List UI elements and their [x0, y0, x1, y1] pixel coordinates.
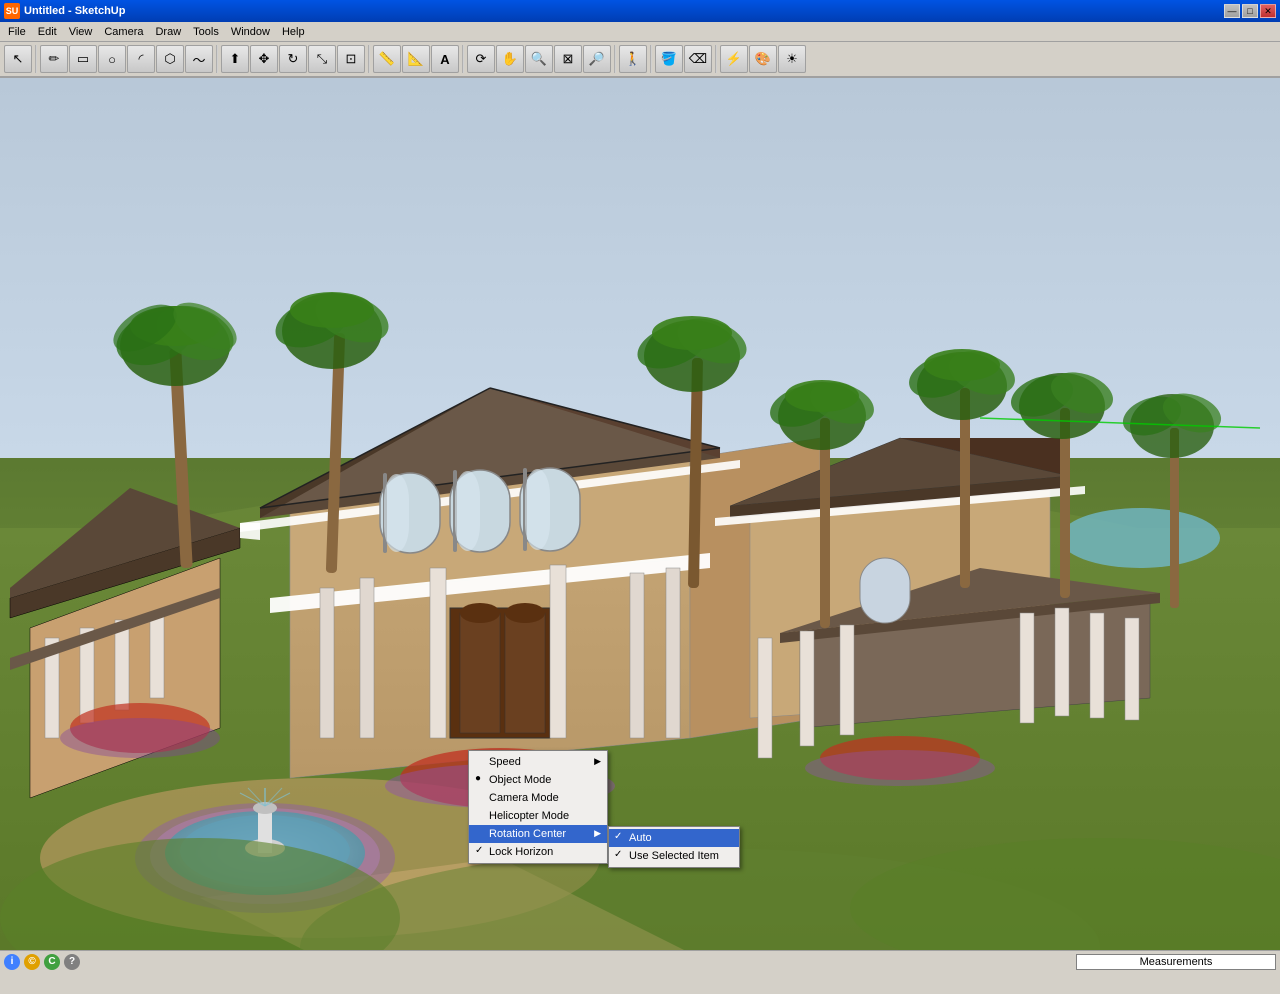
scale-tool[interactable]: ⤡ [308, 45, 336, 73]
context-menu[interactable]: Speed Object Mode Camera Mode Helicopter… [468, 750, 608, 864]
pan-tool[interactable]: ✋ [496, 45, 524, 73]
menu-view[interactable]: View [63, 24, 99, 40]
viewport[interactable]: Speed Object Mode Camera Mode Helicopter… [0, 78, 1280, 972]
measurements-box: Measurements [1076, 954, 1276, 970]
menu-file[interactable]: File [2, 24, 32, 40]
freehand-tool[interactable]: 〜 [185, 45, 213, 73]
arc-tool[interactable]: ◜ [127, 45, 155, 73]
titlebar: SU Untitled - SketchUp — □ ✕ [0, 0, 1280, 22]
orbit-tool[interactable]: ⟳ [467, 45, 495, 73]
tape-tool[interactable]: 📏 [373, 45, 401, 73]
credit-icon[interactable]: C [44, 954, 60, 970]
toolbar-separator-3 [368, 45, 370, 73]
paint-tool[interactable]: 🪣 [655, 45, 683, 73]
minimize-button[interactable]: — [1224, 4, 1240, 18]
walk-tool[interactable]: 🚶 [619, 45, 647, 73]
menu-edit[interactable]: Edit [32, 24, 63, 40]
app-icon: SU [4, 3, 20, 19]
materials-tool[interactable]: 🎨 [749, 45, 777, 73]
components-tool[interactable]: ⚡ [720, 45, 748, 73]
polygon-tool[interactable]: ⬡ [156, 45, 184, 73]
maximize-button[interactable]: □ [1242, 4, 1258, 18]
toolbar-separator-1 [35, 45, 37, 73]
context-object-mode[interactable]: Object Mode [469, 771, 607, 789]
context-camera-mode[interactable]: Camera Mode [469, 789, 607, 807]
toolbar-separator-6 [650, 45, 652, 73]
close-button[interactable]: ✕ [1260, 4, 1276, 18]
warning-icon[interactable]: © [24, 954, 40, 970]
rotation-center-submenu[interactable]: Auto Use Selected Item [608, 826, 740, 868]
window-title: Untitled - SketchUp [24, 5, 125, 17]
context-lock-horizon[interactable]: Lock Horizon [469, 843, 607, 861]
circle-tool[interactable]: ○ [98, 45, 126, 73]
rectangle-tool[interactable]: ▭ [69, 45, 97, 73]
zoom-tool[interactable]: 🔍 [525, 45, 553, 73]
help-icon[interactable]: ? [64, 954, 80, 970]
menu-camera[interactable]: Camera [98, 24, 149, 40]
rotate-tool[interactable]: ↻ [279, 45, 307, 73]
menu-tools[interactable]: Tools [187, 24, 225, 40]
select-tool[interactable]: ↖ [4, 45, 32, 73]
eraser-tool[interactable]: ⌫ [684, 45, 712, 73]
titlebar-left: SU Untitled - SketchUp [4, 3, 125, 19]
zoom-window-tool[interactable]: 🔎 [583, 45, 611, 73]
menu-draw[interactable]: Draw [149, 24, 187, 40]
titlebar-controls[interactable]: — □ ✕ [1224, 4, 1276, 18]
menu-help[interactable]: Help [276, 24, 311, 40]
push-pull-tool[interactable]: ⬆ [221, 45, 249, 73]
toolbar-separator-5 [614, 45, 616, 73]
measurements-label: Measurements [1140, 956, 1213, 968]
context-rotation-center[interactable]: Rotation Center [469, 825, 607, 843]
menubar: File Edit View Camera Draw Tools Window … [0, 22, 1280, 42]
text-tool[interactable]: A [431, 45, 459, 73]
toolbar-separator-2 [216, 45, 218, 73]
shadows-tool[interactable]: ☀ [778, 45, 806, 73]
submenu-auto[interactable]: Auto [609, 829, 739, 847]
toolbar-separator-7 [715, 45, 717, 73]
context-speed[interactable]: Speed [469, 753, 607, 771]
context-helicopter-mode[interactable]: Helicopter Mode [469, 807, 607, 825]
status-icons: i © C ? [4, 954, 80, 970]
move-tool[interactable]: ✥ [250, 45, 278, 73]
toolbar: ↖ ✏ ▭ ○ ◜ ⬡ 〜 ⬆ ✥ ↻ ⤡ ⊡ 📏 📐 A ⟳ ✋ 🔍 ⊠ 🔎 … [0, 42, 1280, 78]
submenu-use-selected[interactable]: Use Selected Item [609, 847, 739, 865]
toolbar-separator-4 [462, 45, 464, 73]
info-icon[interactable]: i [4, 954, 20, 970]
offset-tool[interactable]: ⊡ [337, 45, 365, 73]
protractor-tool[interactable]: 📐 [402, 45, 430, 73]
pencil-tool[interactable]: ✏ [40, 45, 68, 73]
menu-window[interactable]: Window [225, 24, 276, 40]
zoom-extents-tool[interactable]: ⊠ [554, 45, 582, 73]
statusbar: i © C ? Measurements [0, 950, 1280, 972]
